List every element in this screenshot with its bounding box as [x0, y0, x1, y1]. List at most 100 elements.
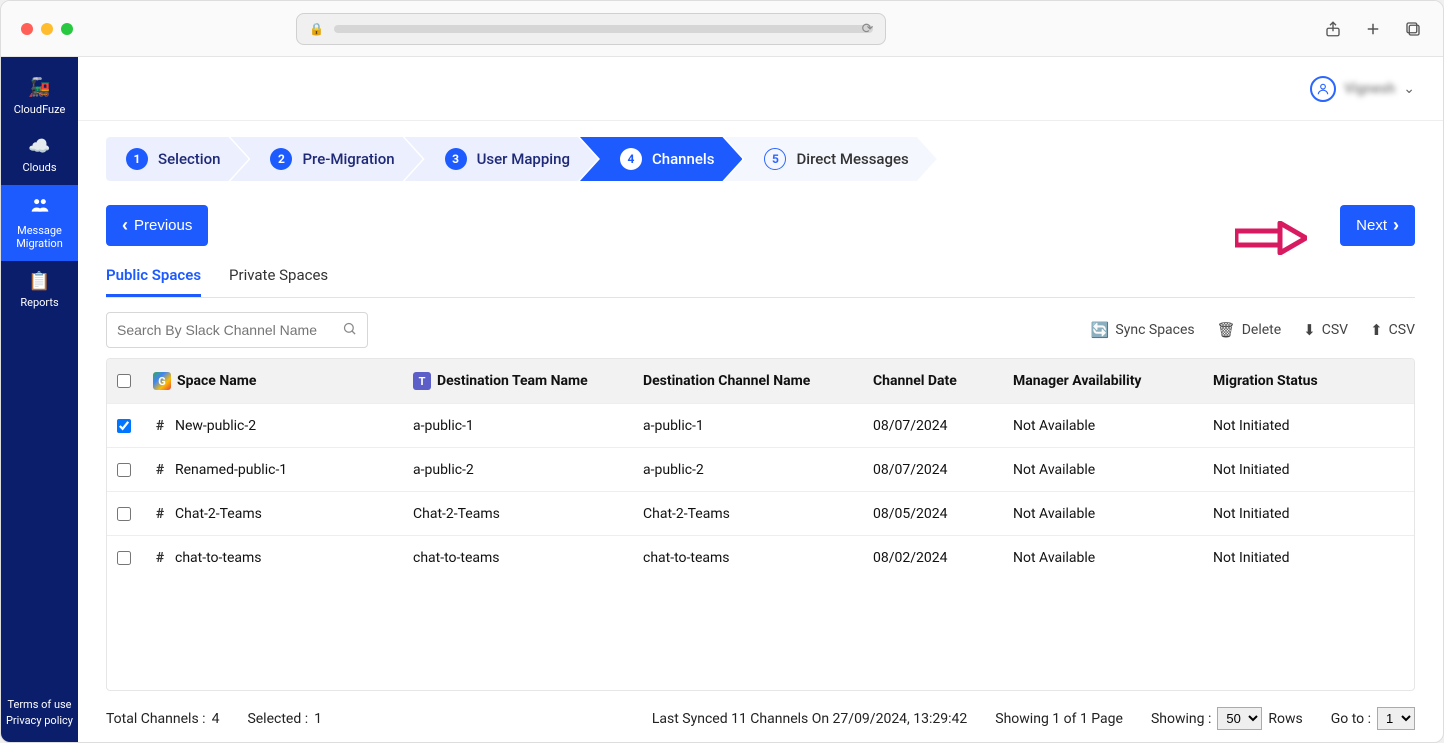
- wizard-nav-buttons: ‹ Previous Next ›: [106, 205, 1415, 246]
- minimize-window-button[interactable]: [41, 23, 53, 35]
- previous-button[interactable]: ‹ Previous: [106, 205, 208, 246]
- chevron-down-icon: ⌄: [1403, 81, 1415, 97]
- cell-destination-team: a-public-1: [413, 418, 474, 434]
- sidebar-item-message-migration[interactable]: Message Migration: [1, 185, 78, 261]
- sidebar-item-label: CloudFuze: [14, 103, 66, 116]
- content: 1 Selection 2 Pre-Migration 3 User Mappi…: [78, 121, 1443, 742]
- goto-page-select[interactable]: 1: [1377, 707, 1415, 730]
- delete-button[interactable]: 🗑 Delete: [1217, 321, 1282, 339]
- col-destination-channel: Destination Channel Name: [643, 373, 810, 389]
- tab-public-spaces[interactable]: Public Spaces: [106, 260, 201, 297]
- showing-label: Showing :: [1151, 711, 1211, 727]
- hash-icon: #: [153, 418, 167, 434]
- url-placeholder: [334, 25, 873, 33]
- step-selection[interactable]: 1 Selection: [106, 137, 248, 181]
- next-button[interactable]: Next ›: [1340, 205, 1415, 246]
- cell-space-name: New-public-2: [175, 418, 256, 434]
- table-row[interactable]: #Renamed-public-1a-public-2a-public-208/…: [107, 447, 1414, 491]
- cell-space-name: Chat-2-Teams: [175, 506, 262, 522]
- tool-label: Delete: [1242, 322, 1281, 338]
- cell-manager-availability: Not Available: [1013, 550, 1095, 566]
- step-pre-migration[interactable]: 2 Pre-Migration: [230, 137, 422, 181]
- table-toolbar: 🔄 Sync Spaces 🗑 Delete ⬇ CSV ⬆ CSV: [106, 312, 1415, 348]
- row-checkbox[interactable]: [117, 551, 131, 565]
- cell-destination-channel: chat-to-teams: [643, 550, 730, 566]
- button-label: Next: [1356, 217, 1387, 234]
- sidebar-item-reports[interactable]: 📋 Reports: [1, 261, 78, 320]
- col-space-name: Space Name: [177, 373, 256, 389]
- cell-manager-availability: Not Available: [1013, 418, 1095, 434]
- user-avatar-icon: [1310, 76, 1336, 102]
- cell-channel-date: 08/07/2024: [873, 418, 948, 434]
- sidebar-footer: Terms of use Privacy policy: [2, 687, 77, 742]
- table-row[interactable]: #chat-to-teamschat-to-teamschat-to-teams…: [107, 535, 1414, 579]
- terms-link[interactable]: Terms of use: [6, 697, 73, 712]
- cell-manager-availability: Not Available: [1013, 506, 1095, 522]
- app-body: 🚂 CloudFuze ☁️ Clouds Message Migration …: [1, 57, 1443, 742]
- col-destination-team: Destination Team Name: [437, 373, 588, 389]
- hash-icon: #: [153, 550, 167, 566]
- total-channels-label: Total Channels :: [106, 711, 206, 727]
- search-icon[interactable]: [342, 321, 357, 340]
- google-chat-icon: G: [153, 372, 171, 390]
- step-label: User Mapping: [477, 150, 570, 168]
- selected-label: Selected :: [247, 711, 308, 727]
- tool-label: CSV: [1389, 322, 1415, 338]
- col-manager-availability: Manager Availability: [1013, 373, 1141, 389]
- new-tab-icon[interactable]: [1363, 19, 1383, 39]
- table-row[interactable]: #New-public-2a-public-1a-public-108/07/2…: [107, 403, 1414, 447]
- sync-spaces-button[interactable]: 🔄 Sync Spaces: [1091, 321, 1195, 339]
- table-footer: Total Channels : 4 Selected : 1 Last Syn…: [106, 691, 1415, 734]
- close-window-button[interactable]: [21, 23, 33, 35]
- search-box[interactable]: [106, 312, 368, 348]
- sidebar-item-label: Clouds: [22, 161, 56, 174]
- step-direct-messages[interactable]: 5 Direct Messages: [724, 137, 936, 181]
- button-label: Previous: [134, 217, 192, 234]
- select-all-checkbox[interactable]: [117, 374, 131, 388]
- cell-channel-date: 08/05/2024: [873, 506, 948, 522]
- csv-upload-button[interactable]: ⬆ CSV: [1370, 321, 1415, 339]
- maximize-window-button[interactable]: [61, 23, 73, 35]
- trash-icon: 🗑: [1217, 321, 1236, 339]
- step-number: 4: [620, 148, 642, 170]
- reload-icon[interactable]: ⟳: [862, 21, 874, 37]
- step-label: Selection: [158, 150, 220, 168]
- browser-toolbar-right: [1323, 19, 1423, 39]
- cell-destination-team: Chat-2-Teams: [413, 506, 500, 522]
- window-controls: [21, 23, 73, 35]
- share-icon[interactable]: [1323, 19, 1343, 39]
- sidebar-item-label: Message Migration: [16, 224, 63, 250]
- row-checkbox[interactable]: [117, 419, 131, 433]
- table-row[interactable]: #Chat-2-TeamsChat-2-TeamsChat-2-Teams08/…: [107, 491, 1414, 535]
- app-window: 🔒 ⟳ 🚂 CloudFuze ☁️ Clouds: [0, 0, 1444, 743]
- row-checkbox[interactable]: [117, 507, 131, 521]
- cell-channel-date: 08/02/2024: [873, 550, 948, 566]
- topbar: Vignesh ⌄: [78, 57, 1443, 121]
- chevron-right-icon: ›: [1393, 215, 1399, 236]
- address-bar[interactable]: 🔒 ⟳: [296, 13, 886, 45]
- row-checkbox[interactable]: [117, 463, 131, 477]
- step-label: Pre-Migration: [302, 150, 394, 168]
- tab-overview-icon[interactable]: [1403, 19, 1423, 39]
- cell-destination-team: chat-to-teams: [413, 550, 500, 566]
- step-label: Direct Messages: [796, 150, 908, 168]
- channels-table: G Space Name T Destination Team Name Des…: [106, 358, 1415, 691]
- cell-channel-date: 08/07/2024: [873, 462, 948, 478]
- brand-icon: 🚂: [3, 77, 76, 99]
- page-size-select[interactable]: 50: [1217, 707, 1262, 730]
- clipboard-icon: 📋: [3, 271, 76, 293]
- goto-label: Go to :: [1331, 711, 1371, 727]
- cloud-icon: ☁️: [3, 136, 76, 158]
- sidebar-item-cloudfuze[interactable]: 🚂 CloudFuze: [1, 67, 78, 126]
- sidebar-item-clouds[interactable]: ☁️ Clouds: [1, 126, 78, 185]
- csv-download-button[interactable]: ⬇ CSV: [1303, 321, 1348, 339]
- search-input[interactable]: [117, 322, 334, 338]
- step-channels[interactable]: 4 Channels: [580, 137, 743, 181]
- sidebar: 🚂 CloudFuze ☁️ Clouds Message Migration …: [1, 57, 78, 742]
- tab-private-spaces[interactable]: Private Spaces: [229, 260, 328, 297]
- step-number: 2: [270, 148, 292, 170]
- step-user-mapping[interactable]: 3 User Mapping: [405, 137, 598, 181]
- privacy-link[interactable]: Privacy policy: [6, 713, 73, 728]
- wizard-stepper: 1 Selection 2 Pre-Migration 3 User Mappi…: [106, 137, 1415, 181]
- user-menu[interactable]: Vignesh ⌄: [1310, 76, 1415, 102]
